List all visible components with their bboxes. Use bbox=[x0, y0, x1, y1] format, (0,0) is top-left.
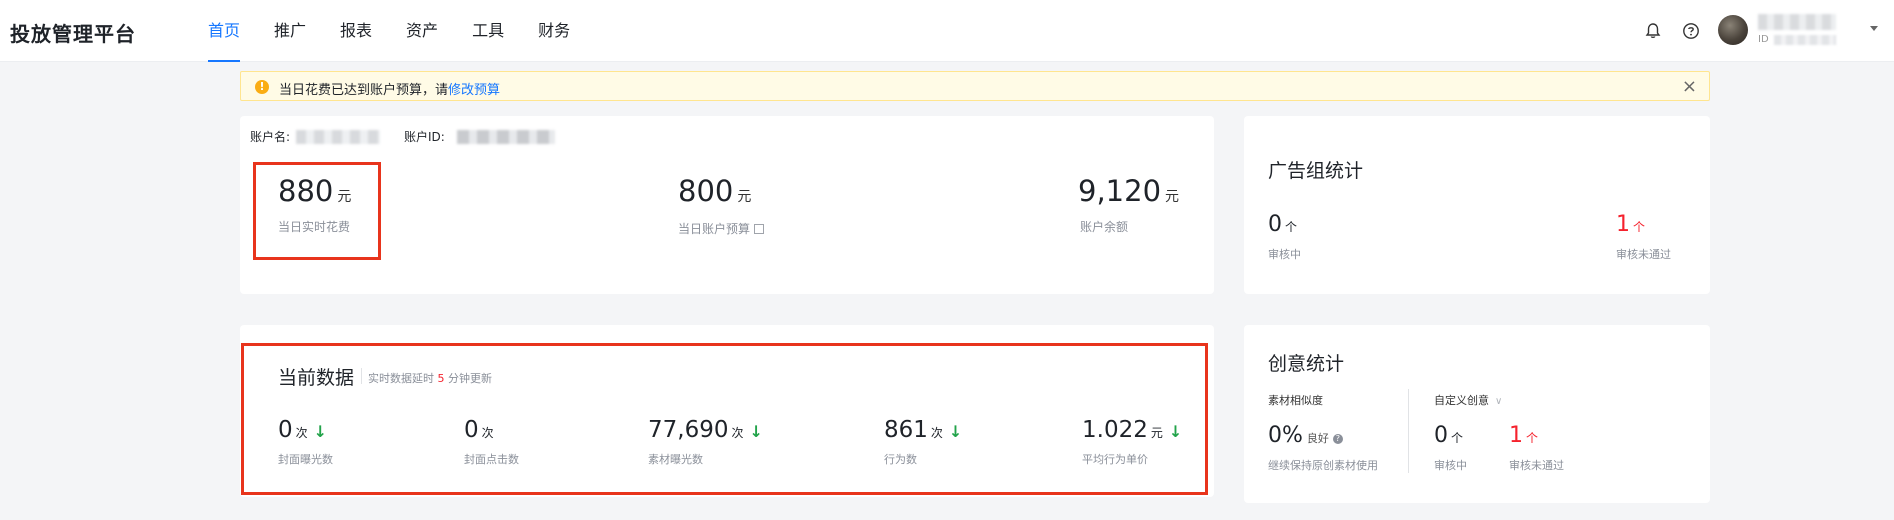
similarity-label: 素材相似度 bbox=[1268, 394, 1323, 407]
budget-notice: ! 当日花费已达到账户预算，请修改预算 × bbox=[240, 71, 1710, 101]
creative-rejected-unit: 个 bbox=[1526, 431, 1539, 445]
nav-reports[interactable]: 报表 bbox=[340, 0, 372, 62]
similarity-grade: 良好 bbox=[1306, 432, 1329, 445]
custom-creative-label: 自定义创意 bbox=[1434, 394, 1489, 407]
username-blurred bbox=[1758, 14, 1836, 30]
similarity-number: 0% bbox=[1268, 423, 1303, 448]
balance-value: 9,120 元 bbox=[1078, 174, 1179, 208]
budget-number: 800 bbox=[678, 174, 734, 208]
balance-label: 账户余额 bbox=[1080, 220, 1129, 234]
nav-home[interactable]: 首页 bbox=[208, 0, 241, 62]
creative-rejected-number: 1 bbox=[1509, 423, 1523, 448]
help-icon[interactable] bbox=[1682, 22, 1700, 40]
account-id-label: 账户ID: bbox=[404, 130, 445, 144]
adgroup-reviewing-label: 审核中 bbox=[1268, 248, 1301, 261]
creative-stats-card: 创意统计 素材相似度 0% 良好? 继续保持原创素材使用 自定义创意 ∨ 0个 审核… bbox=[1244, 325, 1710, 503]
custom-creative-label-wrap[interactable]: 自定义创意 ∨ bbox=[1434, 392, 1502, 408]
budget-label: 当日账户预算 bbox=[678, 222, 751, 236]
question-icon[interactable]: ? bbox=[1332, 434, 1343, 444]
notice-text: 当日花费已达到账户预算，请修改预算 bbox=[279, 79, 500, 98]
adgroup-rejected-number: 1 bbox=[1616, 212, 1630, 237]
edit-icon[interactable] bbox=[754, 224, 765, 234]
balance-number: 9,120 bbox=[1078, 174, 1162, 208]
account-overview-card: 账户名: 账户ID: 880 元 当日实时花费 800 元 当日账户预算 9,120… bbox=[240, 116, 1214, 294]
adgroup-rejected-value: 1个 bbox=[1616, 212, 1645, 237]
main-nav: 首页 推广 报表 资产 工具 财务 bbox=[208, 0, 604, 62]
creative-reviewing-value: 0个 bbox=[1434, 423, 1463, 448]
creative-rejected-label: 审核未通过 bbox=[1509, 459, 1564, 472]
spend-highlight-box bbox=[253, 162, 381, 260]
ad-group-stats-card: 广告组统计 0个 审核中 1个 审核未通过 bbox=[1244, 116, 1710, 294]
nav-assets[interactable]: 资产 bbox=[406, 0, 438, 62]
account-id-blurred bbox=[457, 130, 555, 144]
nav-promotion[interactable]: 推广 bbox=[274, 0, 306, 62]
account-name-label: 账户名: bbox=[250, 130, 291, 144]
user-id-label: ID bbox=[1758, 34, 1769, 45]
ad-group-stats-title: 广告组统计 bbox=[1268, 160, 1364, 182]
notice-message: 当日花费已达到账户预算，请 bbox=[279, 83, 449, 98]
close-icon[interactable]: × bbox=[1682, 76, 1697, 97]
budget-label-wrap: 当日账户预算 bbox=[678, 220, 765, 237]
adgroup-reviewing-unit: 个 bbox=[1285, 220, 1298, 234]
account-name-blurred bbox=[296, 130, 380, 144]
top-nav-bar: 投放管理平台 首页 推广 报表 资产 工具 财务 ID bbox=[0, 0, 1894, 62]
creative-reviewing-number: 0 bbox=[1434, 423, 1448, 448]
user-id-blurred bbox=[1774, 35, 1836, 45]
nav-tools[interactable]: 工具 bbox=[472, 0, 504, 62]
creative-reviewing-unit: 个 bbox=[1451, 431, 1464, 445]
adgroup-rejected-label: 审核未通过 bbox=[1616, 248, 1671, 261]
creative-rejected-value: 1个 bbox=[1509, 423, 1538, 448]
adgroup-reviewing-value: 0个 bbox=[1268, 212, 1297, 237]
budget-value: 800 元 bbox=[678, 174, 751, 208]
creative-divider bbox=[1408, 389, 1409, 473]
bell-icon[interactable] bbox=[1644, 22, 1662, 40]
adgroup-rejected-unit: 个 bbox=[1633, 220, 1646, 234]
avatar[interactable] bbox=[1718, 15, 1748, 45]
similarity-value: 0% 良好? bbox=[1268, 423, 1343, 448]
modify-budget-link[interactable]: 修改预算 bbox=[448, 83, 500, 98]
creative-stats-title: 创意统计 bbox=[1268, 353, 1345, 375]
chevron-down-icon[interactable]: ∨ bbox=[1495, 396, 1502, 407]
brand-title: 投放管理平台 bbox=[10, 22, 136, 46]
similarity-tip: 继续保持原创素材使用 bbox=[1268, 459, 1378, 472]
warning-icon: ! bbox=[255, 80, 269, 94]
caret-down-icon[interactable] bbox=[1870, 26, 1878, 31]
current-data-highlight-box bbox=[241, 343, 1208, 495]
budget-unit: 元 bbox=[737, 189, 752, 205]
balance-unit: 元 bbox=[1165, 189, 1180, 205]
adgroup-reviewing-number: 0 bbox=[1268, 212, 1282, 237]
nav-finance[interactable]: 财务 bbox=[538, 0, 570, 62]
creative-reviewing-label: 审核中 bbox=[1434, 459, 1467, 472]
